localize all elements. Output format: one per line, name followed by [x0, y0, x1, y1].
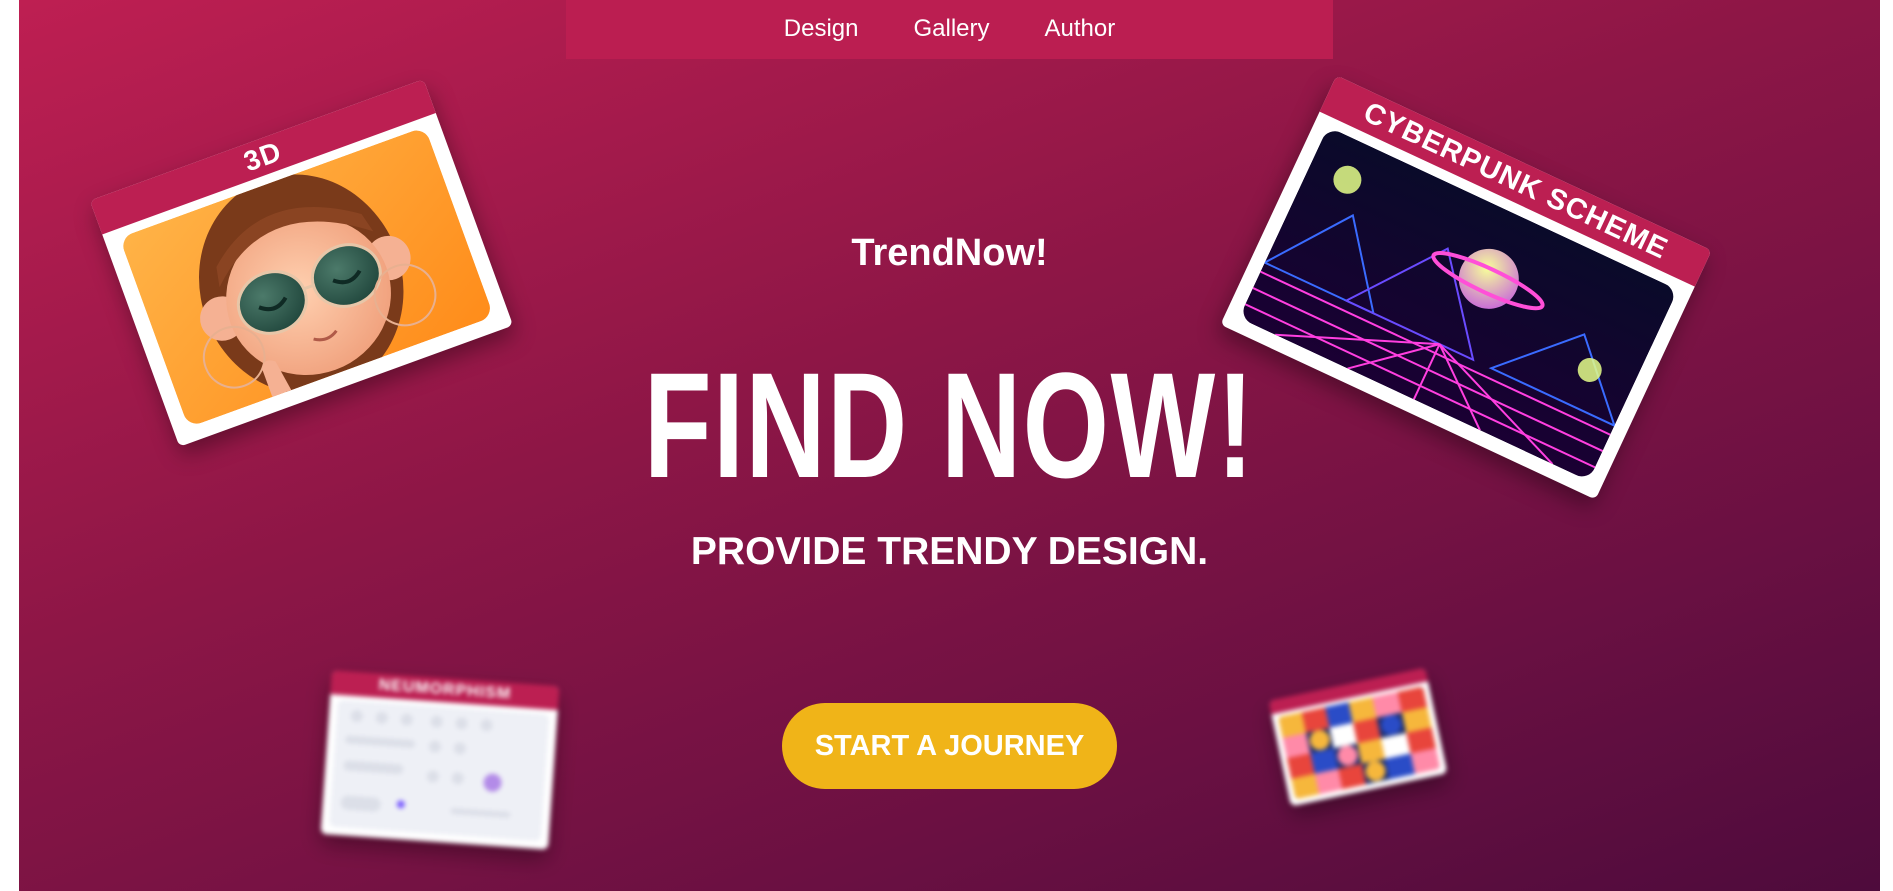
card-geometric	[1268, 667, 1448, 807]
nav-link-design[interactable]: Design	[784, 15, 859, 45]
card-neumorphism: NEUMORPHISM	[320, 670, 560, 850]
top-navigation: Design Gallery Author	[566, 0, 1333, 59]
brand-name: TrendNow!	[851, 232, 1048, 274]
hero-headline: FIND NOW!	[643, 341, 1256, 509]
start-journey-button[interactable]: START A JOURNEY	[782, 703, 1117, 789]
nav-link-gallery[interactable]: Gallery	[913, 15, 989, 45]
nav-link-author[interactable]: Author	[1045, 15, 1116, 45]
hero-section: Design Gallery Author 3D CYBERPUNK SCHEM…	[19, 0, 1880, 891]
hero-tagline: PROVIDE TRENDY DESIGN.	[690, 530, 1209, 573]
card-neumorphism-image	[329, 699, 550, 842]
